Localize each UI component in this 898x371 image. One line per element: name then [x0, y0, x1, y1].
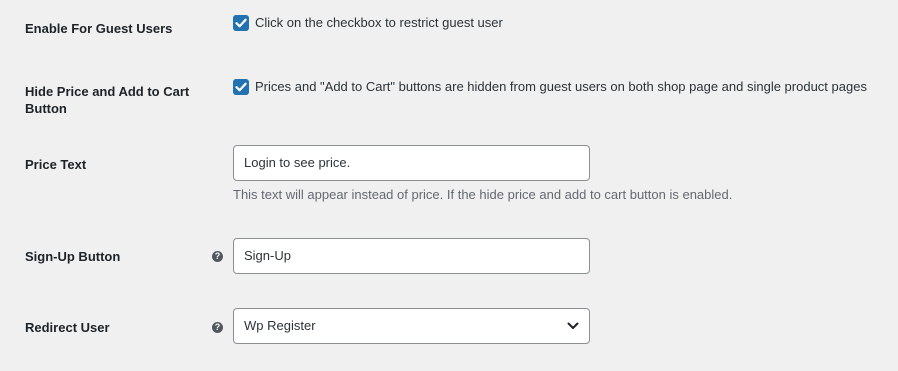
guest-users-label: Enable For Guest Users [25, 21, 173, 36]
redirect-user-selected-value: Wp Register [244, 318, 316, 333]
guest-users-checkbox[interactable] [233, 15, 249, 31]
redirect-user-select[interactable]: Wp Register [233, 308, 590, 344]
hide-price-checkbox[interactable] [233, 79, 249, 95]
price-text-description: This text will appear instead of price. … [233, 187, 733, 202]
hide-price-label: Hide Price and Add to Cart Button [25, 83, 195, 117]
signup-help-icon[interactable]: ? [212, 251, 223, 262]
hide-price-label-line2: Button [25, 101, 67, 116]
checkmark-icon [235, 18, 247, 28]
hide-price-label-line1: Hide Price and Add to Cart [25, 84, 190, 99]
price-text-label: Price Text [25, 157, 87, 172]
guest-users-checkbox-text: Click on the checkbox to restrict guest … [255, 15, 503, 30]
signup-button-label: Sign-Up Button [25, 249, 121, 264]
chevron-down-icon [567, 322, 579, 329]
redirect-help-icon[interactable]: ? [212, 322, 223, 333]
redirect-user-label: Redirect User [25, 320, 110, 335]
price-text-input[interactable]: Login to see price. [233, 145, 590, 181]
checkmark-icon [235, 82, 247, 92]
signup-button-input[interactable]: Sign-Up [233, 238, 590, 274]
hide-price-checkbox-text: Prices and "Add to Cart" buttons are hid… [255, 79, 867, 94]
